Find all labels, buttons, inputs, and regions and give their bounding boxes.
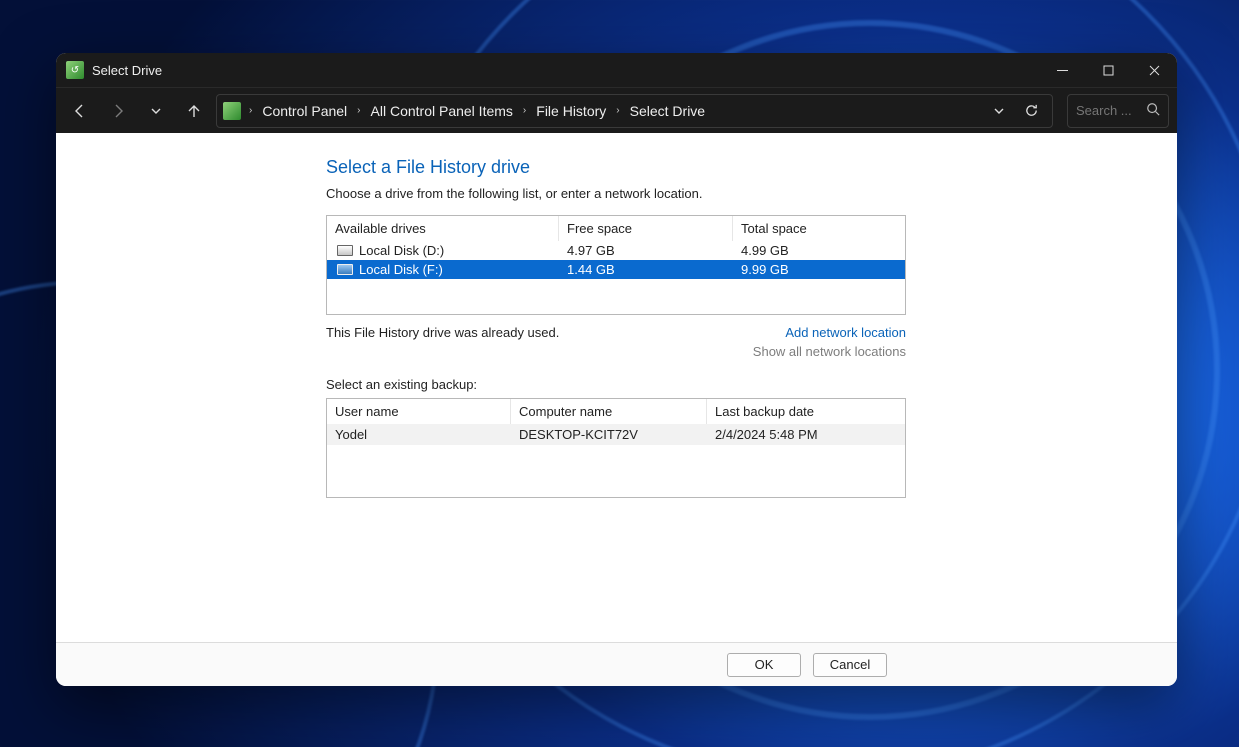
backup-header-row: User name Computer name Last backup date [327,399,905,424]
search-input[interactable] [1076,103,1142,118]
drives-header-row: Available drives Free space Total space [327,216,905,241]
drive-free: 4.97 GB [559,241,733,260]
cancel-button[interactable]: Cancel [813,653,887,677]
drives-list[interactable]: Available drives Free space Total space … [326,215,906,315]
col-user-name[interactable]: User name [327,399,511,424]
breadcrumb-file-history[interactable]: File History [530,99,612,123]
search-icon [1146,102,1160,119]
desktop-background: Select Drive › Control Panel › All Contr… [0,0,1239,747]
content-area: Select a File History drive Choose a dri… [56,133,1177,642]
breadcrumb-all-items[interactable]: All Control Panel Items [365,99,519,123]
back-button[interactable] [64,95,96,127]
address-bar[interactable]: › Control Panel › All Control Panel Item… [216,94,1053,128]
drive-row-selected[interactable]: Local Disk (F:) 1.44 GB 9.99 GB [327,260,905,279]
backup-user: Yodel [327,424,511,445]
forward-button[interactable] [102,95,134,127]
dialog-footer: OK Cancel [56,642,1177,686]
address-history-button[interactable] [984,96,1014,126]
col-total-space[interactable]: Total space [733,216,905,241]
backup-row[interactable]: Yodel DESKTOP-KCIT72V 2/4/2024 5:48 PM [327,424,905,445]
drive-used-message: This File History drive was already used… [326,325,785,340]
chevron-right-icon: › [614,105,621,116]
backup-computer: DESKTOP-KCIT72V [511,424,707,445]
backup-date: 2/4/2024 5:48 PM [707,424,905,445]
refresh-button[interactable] [1016,96,1046,126]
page-heading: Select a File History drive [326,157,906,178]
drive-total: 9.99 GB [733,260,905,279]
page-subtitle: Choose a drive from the following list, … [326,186,906,201]
drive-row[interactable]: Local Disk (D:) 4.97 GB 4.99 GB [327,241,905,260]
ok-button[interactable]: OK [727,653,801,677]
file-history-icon [66,61,84,79]
drive-name: Local Disk (F:) [359,262,443,277]
location-icon [223,102,241,120]
drive-name: Local Disk (D:) [359,243,444,258]
breadcrumb-select-drive[interactable]: Select Drive [624,99,711,123]
titlebar[interactable]: Select Drive [56,53,1177,87]
col-available-drives[interactable]: Available drives [327,216,559,241]
col-computer-name[interactable]: Computer name [511,399,707,424]
col-free-space[interactable]: Free space [559,216,733,241]
navigation-bar: › Control Panel › All Control Panel Item… [56,87,1177,133]
drive-free: 1.44 GB [559,260,733,279]
existing-backup-label: Select an existing backup: [326,377,906,392]
minimize-button[interactable] [1039,53,1085,87]
backup-list[interactable]: User name Computer name Last backup date… [326,398,906,498]
col-last-backup-date[interactable]: Last backup date [707,399,905,424]
recent-dropdown-button[interactable] [140,95,172,127]
chevron-right-icon: › [521,105,528,116]
drive-icon [337,264,353,275]
drive-icon [337,245,353,256]
chevron-right-icon: › [355,105,362,116]
select-drive-window: Select Drive › Control Panel › All Contr… [56,53,1177,686]
add-network-location-link[interactable]: Add network location [785,325,906,340]
close-button[interactable] [1131,53,1177,87]
drive-total: 4.99 GB [733,241,905,260]
breadcrumb-control-panel[interactable]: Control Panel [256,99,353,123]
window-title: Select Drive [92,63,162,78]
show-all-network-locations-link[interactable]: Show all network locations [753,344,906,359]
maximize-button[interactable] [1085,53,1131,87]
chevron-right-icon: › [247,105,254,116]
search-box[interactable] [1067,94,1169,128]
up-button[interactable] [178,95,210,127]
